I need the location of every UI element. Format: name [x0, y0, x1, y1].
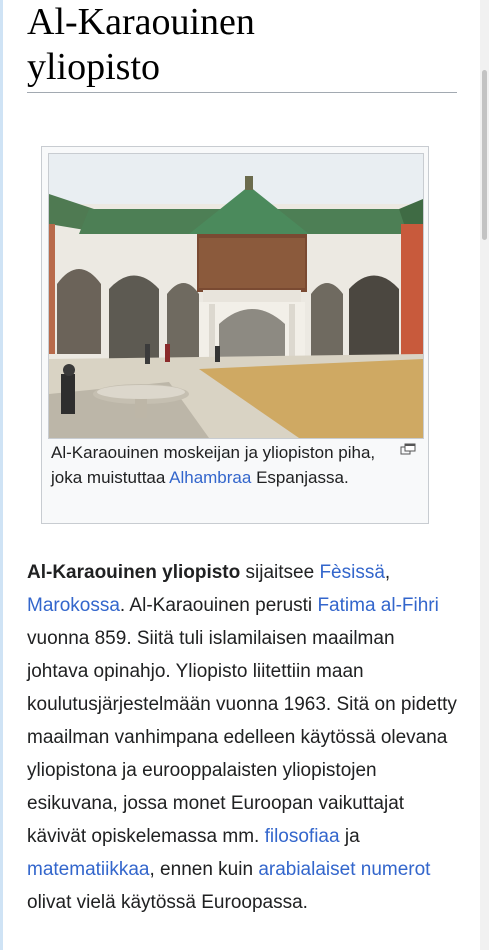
text-segment: ja: [339, 826, 360, 847]
text-segment: ,: [384, 562, 391, 583]
article-header: Al-Karaouinen yliopisto: [27, 0, 457, 93]
enlarge-icon[interactable]: [400, 443, 416, 455]
text-segment: , ennen kuin: [149, 859, 259, 880]
subject-bold: Al-Karaouinen yliopisto: [27, 562, 241, 583]
link-matematiikka[interactable]: matematiikkaa: [27, 859, 150, 880]
figure-image[interactable]: [48, 153, 424, 439]
link-filosofia[interactable]: filosofiaa: [265, 826, 340, 847]
text-segment: olivat vielä käytössä Euroopassa.: [27, 892, 308, 913]
link-alhambra[interactable]: Alhambraa: [169, 468, 251, 487]
link-arabialaiset-numerot[interactable]: arabialaiset numerot: [258, 859, 430, 880]
link-marokko[interactable]: Marokossa: [27, 595, 120, 616]
text-segment: sijaitsee: [240, 562, 320, 583]
article-lead-paragraph: Al-Karaouinen yliopisto sijaitsee Fèsiss…: [27, 556, 457, 919]
figure-thumbnail: Al-Karaouinen moskeijan ja yliopiston pi…: [41, 146, 429, 524]
text-segment: vuonna 859. Siitä tuli islamilaisen maai…: [27, 628, 457, 847]
page-title-line1: Al-Karaouinen: [27, 1, 255, 43]
figure-caption: Al-Karaouinen moskeijan ja yliopiston pi…: [51, 440, 391, 490]
link-fatima-al-fihri[interactable]: Fatima al-Fihri: [317, 595, 438, 616]
link-fes[interactable]: Fèsissä: [319, 562, 384, 583]
text-segment: . Al-Karaouinen perusti: [119, 595, 318, 616]
courtyard-photo: [49, 154, 423, 438]
page-title-line2: yliopisto: [27, 46, 161, 88]
page-title: Al-Karaouinen yliopisto: [27, 0, 457, 93]
caption-text-2: Espanjassa.: [251, 468, 349, 487]
left-edge-rule: [0, 0, 3, 950]
scrollbar-thumb[interactable]: [482, 70, 487, 240]
